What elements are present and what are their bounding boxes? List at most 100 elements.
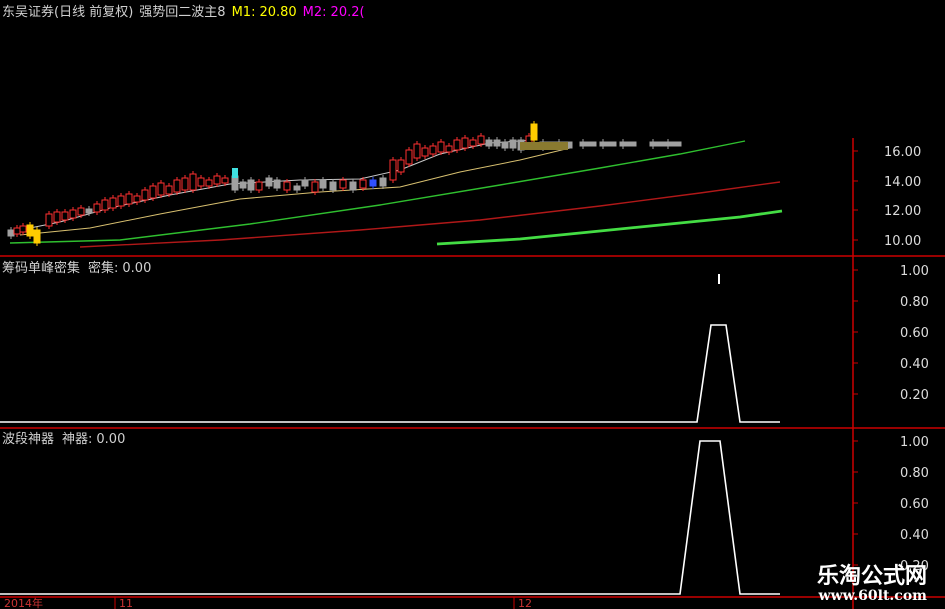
candle-body (125, 193, 133, 205)
candle-body (301, 179, 309, 187)
ma-bright-green-line (436, 209, 783, 246)
panel-frames (0, 138, 945, 609)
price-tick-10: 10.00 (884, 234, 921, 249)
candle-body (117, 195, 125, 207)
stock-chart-window: 东吴证券(日线 前复权) 强势回二波主8 M1: 20.80 M2: 20.2( 16.0… (0, 0, 945, 609)
panel1-tick-100: 1.00 (900, 264, 929, 279)
chart-canvas[interactable]: 16.00 14.00 12.00 10.00 1.00 0.80 0.60 0… (0, 0, 945, 609)
panel1-tick-060: 0.60 (900, 326, 929, 341)
panel1-title: 筹码单峰密集 密集: 0.00 (2, 261, 152, 276)
candle-body (619, 141, 637, 147)
candle-body (379, 177, 387, 187)
wave-panel: 1.00 0.80 0.60 0.40 0.20 (0, 435, 929, 595)
candle-body (189, 173, 197, 191)
candle-body (283, 181, 291, 191)
watermark-title: 乐淘公式网 (816, 564, 927, 589)
candle-body (530, 123, 538, 141)
candle-body (389, 159, 397, 181)
panel2-tick-060: 0.60 (900, 497, 929, 512)
candle-body (405, 149, 413, 165)
candle-body (19, 225, 27, 233)
candle-body (69, 209, 77, 219)
candle-body (501, 141, 509, 149)
candle-body (319, 179, 327, 189)
candle-body (255, 181, 263, 191)
candle-body (205, 179, 213, 187)
candle-body (461, 137, 469, 149)
panel2-tick-040: 0.40 (900, 528, 929, 543)
candle-body (181, 177, 189, 191)
candle-body (61, 211, 69, 221)
candle-body (469, 139, 477, 147)
candle-body (437, 141, 445, 153)
candle-body (413, 143, 421, 159)
panel2-tick-080: 0.80 (900, 466, 929, 481)
candle-body (197, 177, 205, 187)
ma-yellow-line (19, 147, 571, 236)
candle-body (247, 179, 255, 191)
candle-body (664, 141, 682, 147)
time-label-year: 2014年 (4, 596, 43, 609)
candle-body (165, 185, 173, 195)
panel2-title: 波段神器 神器: 0.00 (2, 432, 126, 447)
candle-body (231, 175, 239, 191)
candle-body (77, 207, 85, 216)
candle-body (265, 177, 273, 187)
candle-body (429, 145, 437, 155)
candle-body (85, 208, 93, 214)
candle-body (397, 159, 405, 173)
candle-body (157, 182, 165, 196)
candle-body (349, 181, 357, 191)
candle-body (26, 224, 34, 237)
candle-body (239, 181, 247, 189)
candlestick-series (7, 121, 682, 246)
candle-body (221, 177, 229, 184)
candle-body (359, 179, 367, 189)
candle-body (493, 139, 501, 147)
panel1-tick-080: 0.80 (900, 295, 929, 310)
candle-body (311, 181, 319, 193)
candle-body (599, 141, 617, 147)
time-label-dec: 12 (518, 597, 532, 609)
candle-body (369, 179, 377, 187)
candle-body (339, 179, 347, 189)
candle-block (520, 142, 568, 150)
candle-body (101, 199, 109, 211)
candle-body (109, 197, 117, 209)
concentration-signal-line (0, 324, 780, 423)
candle-body (93, 203, 101, 213)
candle-body (453, 139, 461, 151)
candle-body (45, 213, 53, 227)
panel1-tick-020: 0.20 (900, 388, 929, 403)
candle-body (421, 147, 429, 157)
price-axis: 16.00 14.00 12.00 10.00 (853, 145, 921, 249)
candle-body (509, 139, 517, 149)
time-label-nov: 11 (119, 597, 133, 609)
candle-body (477, 135, 485, 145)
price-tick-14: 14.00 (884, 175, 921, 190)
candle-body (133, 195, 141, 203)
candle-body (13, 227, 21, 235)
candle-body (33, 229, 41, 244)
candle-body (53, 211, 61, 223)
candle-body (649, 141, 667, 147)
panel2-tick-100: 1.00 (900, 435, 929, 450)
candle-body (293, 185, 301, 191)
candle-body (7, 229, 15, 237)
panel1-tick-040: 0.40 (900, 357, 929, 372)
concentration-panel: 1.00 0.80 0.60 0.40 0.20 (0, 264, 929, 423)
watermark-url: www.60lt.com (818, 588, 927, 604)
candle-body (579, 141, 597, 147)
candle-body (173, 179, 181, 193)
candle-body (141, 189, 149, 201)
price-tick-16: 16.00 (884, 145, 921, 160)
candle-body (329, 181, 337, 191)
candle-body (273, 179, 281, 189)
candle-body (485, 139, 493, 147)
price-tick-12: 12.00 (884, 204, 921, 219)
candle-body (213, 175, 221, 185)
candle-marker (232, 168, 238, 178)
candle-body (445, 145, 453, 153)
time-axis: 2014年 11 12 (4, 596, 532, 609)
candle-body (149, 185, 157, 199)
